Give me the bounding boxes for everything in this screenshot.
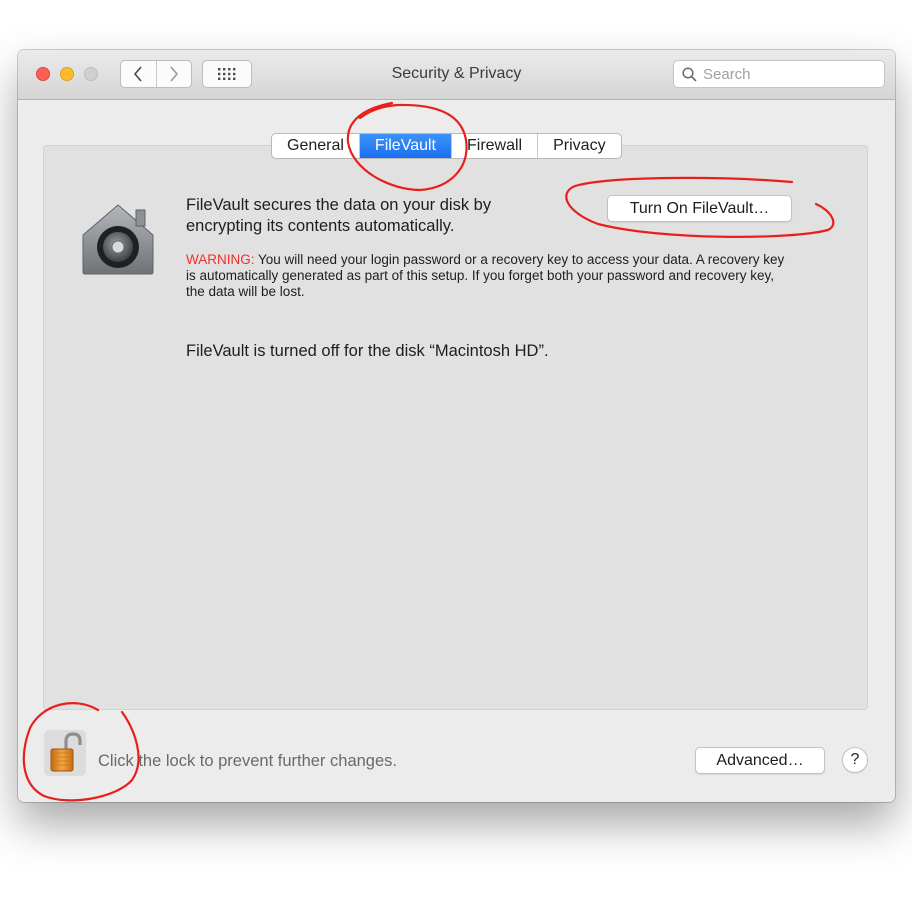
lock-button[interactable] — [44, 730, 86, 776]
filevault-status: FileVault is turned off for the disk “Ma… — [186, 342, 549, 360]
title-bar: Security & Privacy — [18, 50, 895, 100]
tab-filevault[interactable]: FileVault — [358, 134, 451, 158]
warning-text: You will need your login password or a r… — [186, 252, 785, 299]
lock-status-text: Click the lock to prevent further change… — [98, 752, 397, 770]
advanced-button[interactable]: Advanced… — [695, 747, 825, 774]
filevault-house-icon — [82, 204, 154, 275]
tab-general[interactable]: General — [272, 134, 359, 158]
tab-bar: General FileVault Firewall Privacy — [271, 133, 622, 159]
unlocked-padlock-icon — [50, 732, 82, 772]
warning-label: WARNING: — [186, 252, 255, 267]
tab-firewall[interactable]: Firewall — [450, 134, 537, 158]
tab-privacy[interactable]: Privacy — [537, 134, 620, 158]
search-icon — [682, 66, 697, 82]
warning-message: WARNING: You will need your login passwo… — [186, 252, 796, 300]
filevault-description: FileVault secures the data on your disk … — [186, 196, 492, 235]
preferences-window: Security & Privacy General FileVault Fir… — [18, 50, 895, 802]
help-button[interactable]: ? — [842, 747, 868, 773]
turn-on-filevault-button[interactable]: Turn On FileVault… — [607, 195, 792, 222]
search-field[interactable] — [673, 60, 885, 88]
search-input[interactable] — [703, 65, 873, 83]
